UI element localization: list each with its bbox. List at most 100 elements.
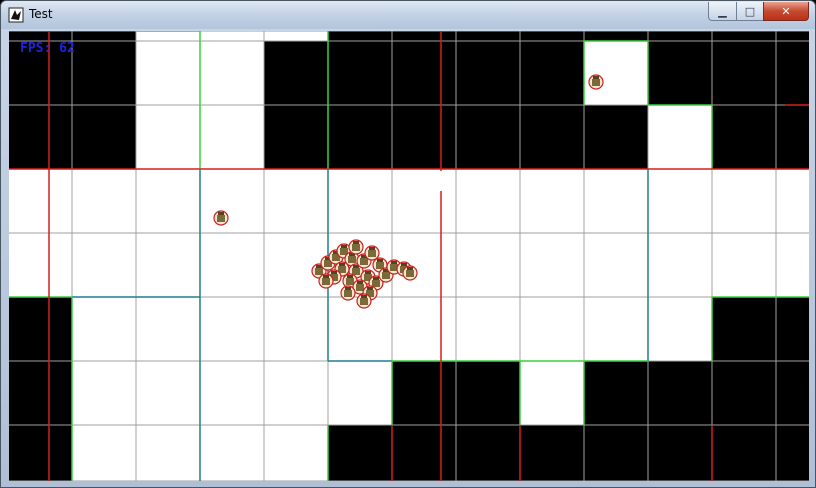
wall-tile: [327, 40, 393, 106]
window-title: Test: [29, 7, 53, 21]
game-viewport[interactable]: FPS: 62: [9, 31, 809, 481]
floor-tile: [9, 168, 73, 234]
wall-tile: [711, 424, 777, 481]
tile: [391, 31, 457, 42]
wall-tile: [455, 104, 521, 170]
wall-tile: [711, 40, 777, 106]
tile: [327, 31, 393, 42]
floor-tile: [71, 296, 137, 362]
floor-tile: [711, 168, 777, 234]
floor-tile: [583, 168, 649, 234]
wall-tile: [519, 424, 585, 481]
tile: [71, 31, 137, 42]
title-bar[interactable]: Test ▁ □ ✕: [1, 1, 815, 29]
cluster-unit[interactable]: [318, 273, 334, 289]
cluster-unit[interactable]: [402, 265, 418, 281]
tile: [711, 31, 777, 42]
floor-tile: [135, 232, 201, 298]
lone-unit[interactable]: [588, 74, 604, 90]
maximize-button[interactable]: □: [736, 2, 764, 21]
wall-tile: [711, 296, 777, 362]
cluster-unit[interactable]: [348, 239, 364, 255]
floor-tile: [263, 168, 329, 234]
tile: [519, 31, 585, 42]
wall-tile: [9, 296, 73, 362]
app-window: Test ▁ □ ✕ FPS: 62: [0, 0, 816, 488]
cluster-unit[interactable]: [364, 245, 380, 261]
lone-unit[interactable]: [213, 210, 229, 226]
floor-tile: [199, 40, 265, 106]
wall-tile: [391, 424, 457, 481]
wall-tile: [327, 424, 393, 481]
cluster-unit[interactable]: [356, 293, 372, 309]
floor-tile: [327, 168, 393, 234]
floor-tile: [71, 424, 137, 481]
wall-tile: [775, 424, 809, 481]
wall-tile: [647, 424, 713, 481]
floor-tile: [199, 104, 265, 170]
floor-tile: [135, 296, 201, 362]
wall-tile: [9, 424, 73, 481]
wall-tile: [9, 360, 73, 426]
minimize-button[interactable]: ▁: [708, 2, 737, 21]
wall-tile: [647, 40, 713, 106]
tile: [199, 31, 265, 42]
floor-tile: [391, 296, 457, 362]
wall-tile: [647, 360, 713, 426]
floor-tile: [519, 232, 585, 298]
app-icon: [8, 7, 24, 23]
maximize-icon: □: [744, 4, 756, 18]
wall-tile: [711, 104, 777, 170]
wall-tile: [775, 360, 809, 426]
floor-tile: [9, 232, 73, 298]
wall-tile: [711, 360, 777, 426]
wall-tile: [775, 40, 809, 106]
wall-tile: [327, 104, 393, 170]
floor-tile: [71, 168, 137, 234]
floor-tile: [647, 168, 713, 234]
wall-tile: [519, 40, 585, 106]
minimize-icon: ▁: [718, 4, 727, 18]
floor-tile: [519, 168, 585, 234]
floor-tile: [135, 168, 201, 234]
floor-tile: [775, 168, 809, 234]
floor-tile: [135, 40, 201, 106]
floor-tile: [199, 168, 265, 234]
wall-tile: [583, 424, 649, 481]
floor-tile: [519, 296, 585, 362]
tilemap-canvas[interactable]: [9, 31, 809, 481]
wall-tile: [263, 40, 329, 106]
floor-tile: [199, 232, 265, 298]
floor-tile: [71, 360, 137, 426]
cluster-unit[interactable]: [340, 285, 356, 301]
close-button[interactable]: ✕: [763, 2, 809, 21]
floor-tile: [647, 104, 713, 170]
floor-tile: [455, 296, 521, 362]
fps-counter: FPS: 62: [20, 41, 75, 56]
wall-tile: [263, 104, 329, 170]
floor-tile: [135, 360, 201, 426]
wall-tile: [455, 40, 521, 106]
floor-tile: [583, 40, 649, 106]
wall-tile: [391, 40, 457, 106]
tile: [647, 31, 713, 42]
tile: [455, 31, 521, 42]
floor-tile: [199, 296, 265, 362]
floor-tile: [263, 360, 329, 426]
wall-tile: [391, 104, 457, 170]
wall-tile: [71, 104, 137, 170]
floor-tile: [135, 104, 201, 170]
floor-tile: [199, 424, 265, 481]
tile: [583, 31, 649, 42]
wall-tile: [583, 360, 649, 426]
wall-tile: [583, 104, 649, 170]
floor-tile: [263, 424, 329, 481]
wall-tile: [455, 360, 521, 426]
tile: [775, 31, 809, 42]
floor-tile: [199, 360, 265, 426]
floor-tile: [647, 296, 713, 362]
floor-tile: [455, 232, 521, 298]
floor-tile: [583, 232, 649, 298]
wall-tile: [519, 104, 585, 170]
tile: [135, 31, 201, 42]
